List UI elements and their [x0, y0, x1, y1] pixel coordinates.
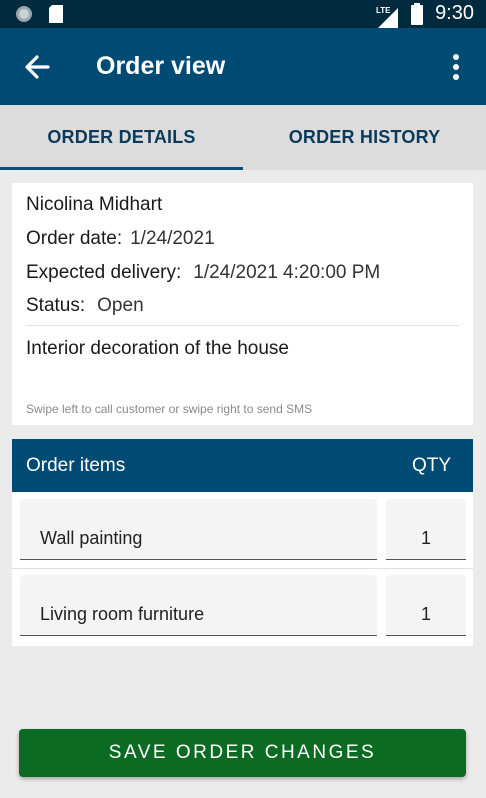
status-label: Status: — [26, 295, 86, 316]
network-label: LTE — [376, 5, 391, 15]
item-name: Wall painting — [40, 528, 143, 548]
status-row: Status: Open — [26, 295, 144, 317]
order-date-row: Order date: 1/24/2021 — [26, 228, 215, 250]
lte-signal-icon: LTE — [376, 6, 398, 28]
order-date-value: 1/24/2021 — [130, 228, 215, 249]
item-qty: 1 — [420, 528, 431, 548]
notification-dot-icon — [14, 4, 34, 29]
more-vert-icon[interactable] — [444, 50, 468, 84]
item-name: Living room furniture — [40, 604, 205, 624]
expected-delivery-row: Expected delivery: 1/24/2021 4:20:00 PM — [26, 262, 380, 284]
sd-card-icon — [48, 4, 64, 29]
tab-bar: ORDER DETAILS ORDER HISTORY — [0, 105, 486, 170]
order-items-list: Wall painting 1 Living room furniture 1 — [12, 492, 473, 646]
item-qty-field[interactable]: 1 — [386, 499, 466, 560]
tab-order-history[interactable]: ORDER HISTORY — [243, 105, 486, 170]
item-qty-field[interactable]: 1 — [386, 575, 466, 636]
status-value: Open — [97, 295, 144, 316]
order-items-label: Order items — [26, 455, 126, 476]
item-name-field[interactable]: Wall painting — [20, 499, 377, 560]
save-order-changes-button[interactable]: SAVE ORDER CHANGES — [19, 729, 466, 777]
divider — [26, 325, 459, 326]
order-date-label: Order date: — [26, 228, 123, 249]
arrow-left-icon[interactable] — [20, 50, 54, 84]
expected-delivery-value: 1/24/2021 4:20:00 PM — [193, 262, 381, 283]
status-bar: LTE 9:30 — [0, 0, 486, 28]
page-title: Order view — [96, 52, 226, 80]
battery-icon — [410, 3, 424, 30]
order-items-header: Order items QTY — [12, 439, 473, 492]
expected-delivery-label: Expected delivery: — [26, 262, 182, 283]
item-qty: 1 — [420, 604, 431, 624]
clock: 9:30 — [435, 2, 474, 24]
order-description: Interior decoration of the house — [26, 338, 290, 359]
swipe-hint: Swipe left to call customer or swipe rig… — [26, 402, 313, 416]
list-item: Living room furniture 1 — [12, 569, 473, 646]
customer-name: Nicolina Midhart — [26, 194, 163, 215]
item-name-field[interactable]: Living room furniture — [20, 575, 377, 636]
app-bar: Order view — [0, 28, 486, 105]
tab-order-details[interactable]: ORDER DETAILS — [0, 105, 243, 170]
list-item: Wall painting 1 — [12, 492, 473, 569]
qty-column-label: QTY — [411, 455, 451, 476]
order-details-card: Nicolina Midhart Order date: 1/24/2021 Ex… — [12, 183, 473, 425]
